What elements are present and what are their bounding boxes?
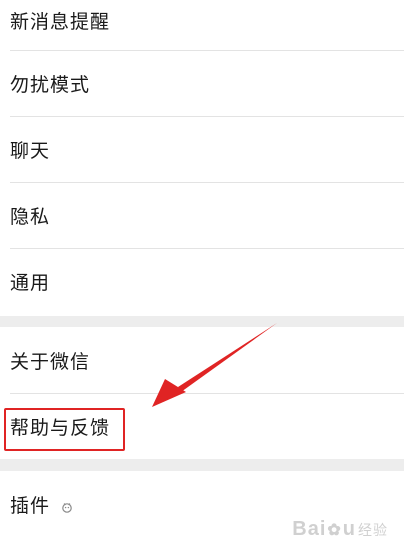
settings-item-privacy[interactable]: 隐私 xyxy=(0,182,404,248)
settings-item-label: 勿扰模式 xyxy=(10,73,91,96)
settings-item-label: 帮助与反馈 xyxy=(10,416,111,439)
settings-item-chat[interactable]: 聊天 xyxy=(0,116,404,182)
wechat-settings-screen: 新消息提醒 勿扰模式 聊天 隐私 通用 关于微信 帮助与反馈 插件 Bai✿u … xyxy=(0,0,404,555)
settings-item-help-feedback[interactable]: 帮助与反馈 xyxy=(0,393,404,459)
settings-item-label: 关于微信 xyxy=(10,350,91,373)
settings-item-label: 新消息提醒 xyxy=(10,11,111,33)
settings-item-new-message-notify[interactable]: 新消息提醒 xyxy=(0,0,404,50)
settings-item-label: 通用 xyxy=(10,271,51,294)
plugin-icon xyxy=(60,497,74,513)
settings-group-plugins: 插件 xyxy=(0,471,404,555)
settings-item-do-not-disturb[interactable]: 勿扰模式 xyxy=(0,50,404,116)
settings-group-notifications: 新消息提醒 勿扰模式 聊天 隐私 通用 xyxy=(0,0,404,316)
settings-group-about: 关于微信 帮助与反馈 xyxy=(0,327,404,459)
settings-item-about-wechat[interactable]: 关于微信 xyxy=(0,327,404,393)
settings-item-label: 插件 xyxy=(10,494,51,517)
settings-item-general[interactable]: 通用 xyxy=(0,248,404,314)
settings-item-label: 聊天 xyxy=(10,139,51,162)
settings-item-plugins[interactable]: 插件 xyxy=(0,471,404,537)
settings-item-label: 隐私 xyxy=(10,205,51,228)
